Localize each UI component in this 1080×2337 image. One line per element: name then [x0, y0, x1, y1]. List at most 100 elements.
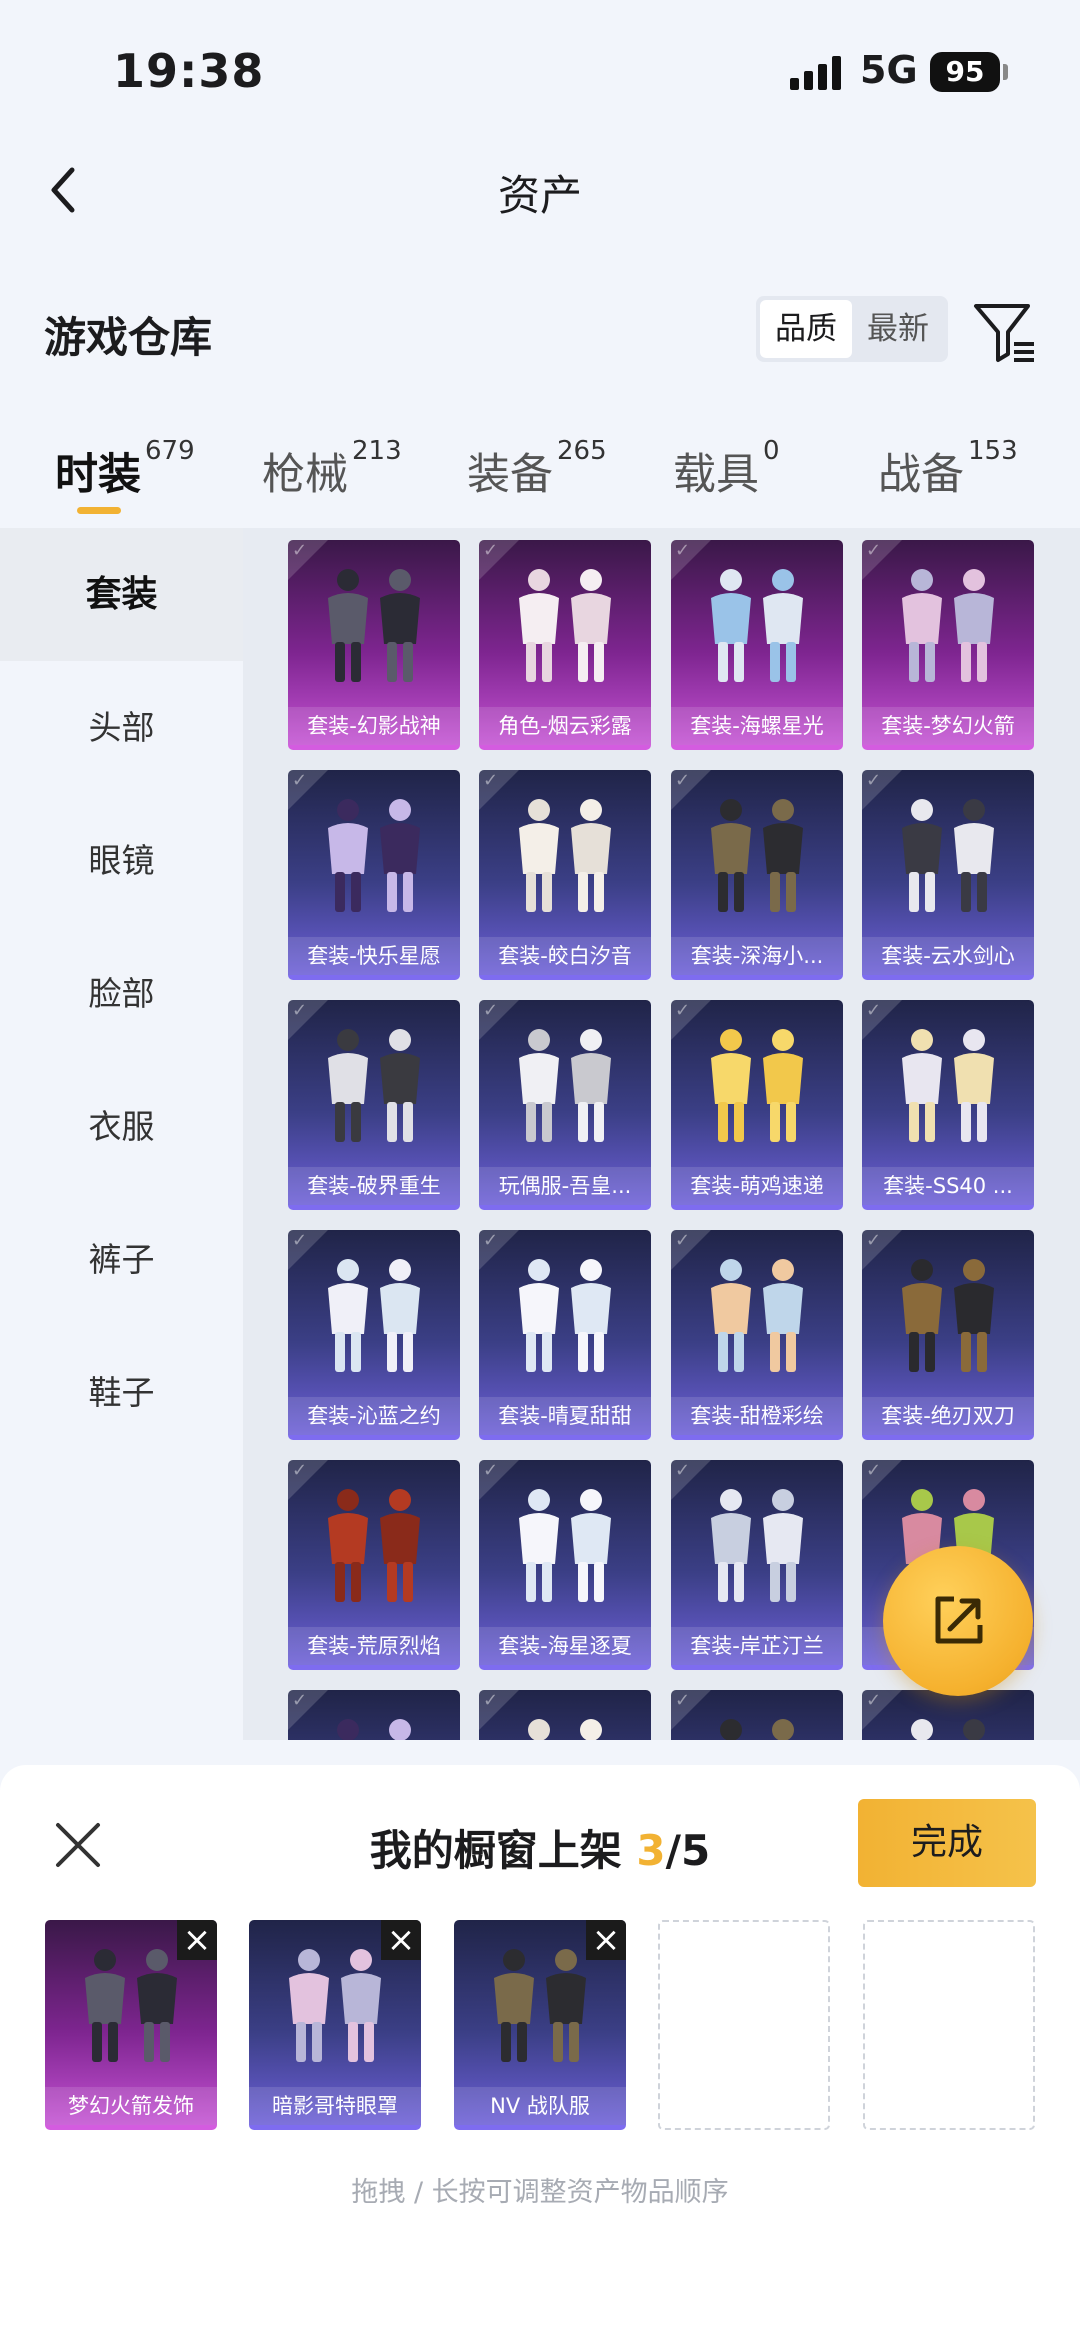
empty-showcase-slot[interactable]: [658, 1920, 830, 2130]
filter-button[interactable]: [970, 298, 1038, 366]
item-name: 套装-深海小...: [671, 937, 843, 975]
item-name: 套装-沁蓝之约: [288, 1397, 460, 1435]
remove-icon[interactable]: ×: [586, 1920, 626, 1960]
sidebar-item-glasses[interactable]: 眼镜: [0, 794, 243, 927]
item-card[interactable]: 玩偶服-吾皇...: [479, 1000, 651, 1210]
slot-item-name: 暗影哥特眼罩: [249, 2087, 421, 2125]
tab-label: 载具: [673, 450, 759, 500]
item-name: 套装-云水剑心: [862, 937, 1034, 975]
slot-item-name: NV 战队服: [454, 2087, 626, 2125]
showcase-title-text: 我的橱窗上架: [369, 1826, 622, 1875]
item-card-partial[interactable]: [862, 1690, 1034, 1740]
battery-icon: 95: [930, 52, 1000, 92]
sidebar-item-clothes[interactable]: 衣服: [0, 1060, 243, 1193]
section-header: 游戏仓库 品质 最新: [0, 280, 1080, 380]
sidebar-item-suit[interactable]: 套装: [0, 528, 243, 661]
item-card[interactable]: 套装-绝刃双刀: [862, 1230, 1034, 1440]
item-name: 套装-海星逐夏: [479, 1627, 651, 1665]
item-card[interactable]: 套装-荒原烈焰: [288, 1460, 460, 1670]
sort-quality-button[interactable]: 品质: [760, 300, 852, 358]
item-card[interactable]: 套装-甜橙彩绘: [671, 1230, 843, 1440]
item-name: 套装-SS40 ...: [862, 1167, 1034, 1205]
item-name: 套装-绝刃双刀: [862, 1397, 1034, 1435]
battery-tip: [1003, 64, 1008, 80]
item-name: 套装-破界重生: [288, 1167, 460, 1205]
item-name: 套装-甜橙彩绘: [671, 1397, 843, 1435]
item-name: 套装-萌鸡速递: [671, 1167, 843, 1205]
reorder-hint: 拖拽 / 长按可调整资产物品顺序: [351, 2177, 729, 2208]
share-export-icon: [935, 1596, 983, 1644]
item-card[interactable]: 套装-梦幻火箭: [862, 540, 1034, 750]
sort-toggle: 品质 最新: [756, 296, 948, 362]
sidebar-item-head[interactable]: 头部: [0, 661, 243, 794]
item-card[interactable]: 套装-破界重生: [288, 1000, 460, 1210]
item-name: 套装-梦幻火箭: [862, 707, 1034, 745]
category-sidebar: 套装 头部 眼镜 脸部 衣服 裤子 鞋子: [0, 528, 243, 1740]
item-card[interactable]: 套装-SS40 ...: [862, 1000, 1034, 1210]
item-card-partial[interactable]: [671, 1690, 843, 1740]
item-name: 玩偶服-吾皇...: [479, 1167, 651, 1205]
status-bar: 19:38 5G 95: [0, 0, 1080, 140]
tab-count: 265: [557, 436, 607, 466]
page-title: 资产: [497, 171, 582, 220]
item-card[interactable]: 套装-沁蓝之约: [288, 1230, 460, 1440]
tab-count: 0: [763, 436, 780, 466]
remove-icon[interactable]: ×: [381, 1920, 421, 1960]
sort-newest-button[interactable]: 最新: [852, 300, 944, 358]
item-card-partial[interactable]: [288, 1690, 460, 1740]
slot-item-name: 梦幻火箭发饰: [45, 2087, 217, 2125]
item-name: 角色-烟云彩露: [479, 707, 651, 745]
item-name: 套装-幻影战神: [288, 707, 460, 745]
item-name: 套装-海螺星光: [671, 707, 843, 745]
showcase-slot[interactable]: 梦幻火箭发饰 ×: [45, 1920, 217, 2130]
item-card[interactable]: 套装-深海小...: [671, 770, 843, 980]
item-name: 套装-晴夏甜甜: [479, 1397, 651, 1435]
done-button[interactable]: 完成: [858, 1799, 1036, 1887]
item-name: 套装-皎白汐音: [479, 937, 651, 975]
item-card[interactable]: 套装-云水剑心: [862, 770, 1034, 980]
tab-equipment[interactable]: 装备 265: [467, 436, 607, 502]
status-time: 19:38: [113, 44, 265, 98]
showcase-slot[interactable]: NV 战队服 ×: [454, 1920, 626, 2130]
sidebar-item-face[interactable]: 脸部: [0, 927, 243, 1060]
item-card[interactable]: 套装-幻影战神: [288, 540, 460, 750]
category-tabs: 时装 679 枪械 213 装备 265 载具 0 战备 153: [0, 430, 1080, 530]
empty-showcase-slot[interactable]: [863, 1920, 1035, 2130]
tab-count: 153: [968, 436, 1018, 466]
tab-label: 时装: [55, 450, 141, 500]
item-card-partial[interactable]: [479, 1690, 651, 1740]
item-card[interactable]: 套装-海星逐夏: [479, 1460, 651, 1670]
tab-label: 战备: [878, 450, 964, 500]
tab-supplies[interactable]: 战备 153: [878, 436, 1018, 502]
item-card[interactable]: 套装-海螺星光: [671, 540, 843, 750]
item-card[interactable]: 套装-岸芷汀兰: [671, 1460, 843, 1670]
signal-icon: [790, 56, 844, 90]
tab-label: 枪械: [262, 450, 348, 500]
item-name: 套装-快乐星愿: [288, 937, 460, 975]
tab-count: 213: [352, 436, 402, 466]
sidebar-item-pants[interactable]: 裤子: [0, 1193, 243, 1326]
tab-fashion[interactable]: 时装 679: [55, 436, 195, 502]
sidebar-item-shoes[interactable]: 鞋子: [0, 1326, 243, 1459]
item-card[interactable]: 套装-皎白汐音: [479, 770, 651, 980]
item-card[interactable]: 套装-快乐星愿: [288, 770, 460, 980]
nav-bar: 资产: [0, 140, 1080, 245]
section-title: 游戏仓库: [44, 313, 213, 362]
showcase-sheet: 我的橱窗上架 3/5 完成 梦幻火箭发饰 × 暗影哥特眼罩 × NV 战队服 ×…: [0, 1765, 1080, 2337]
filter-icon: [974, 304, 1034, 362]
item-card[interactable]: 角色-烟云彩露: [479, 540, 651, 750]
share-button[interactable]: [883, 1546, 1033, 1696]
remove-icon[interactable]: ×: [177, 1920, 217, 1960]
item-card[interactable]: 套装-晴夏甜甜: [479, 1230, 651, 1440]
showcase-count: 3: [636, 1826, 666, 1875]
item-name: 套装-岸芷汀兰: [671, 1627, 843, 1665]
tab-count: 679: [145, 436, 195, 466]
showcase-total: /5: [665, 1826, 711, 1875]
tab-guns[interactable]: 枪械 213: [262, 436, 402, 502]
item-name: 套装-荒原烈焰: [288, 1627, 460, 1665]
showcase-slot[interactable]: 暗影哥特眼罩 ×: [249, 1920, 421, 2130]
tab-label: 装备: [467, 450, 553, 500]
network-type: 5G: [860, 48, 918, 92]
tab-vehicles[interactable]: 载具 0: [673, 436, 780, 502]
item-card[interactable]: 套装-萌鸡速递: [671, 1000, 843, 1210]
